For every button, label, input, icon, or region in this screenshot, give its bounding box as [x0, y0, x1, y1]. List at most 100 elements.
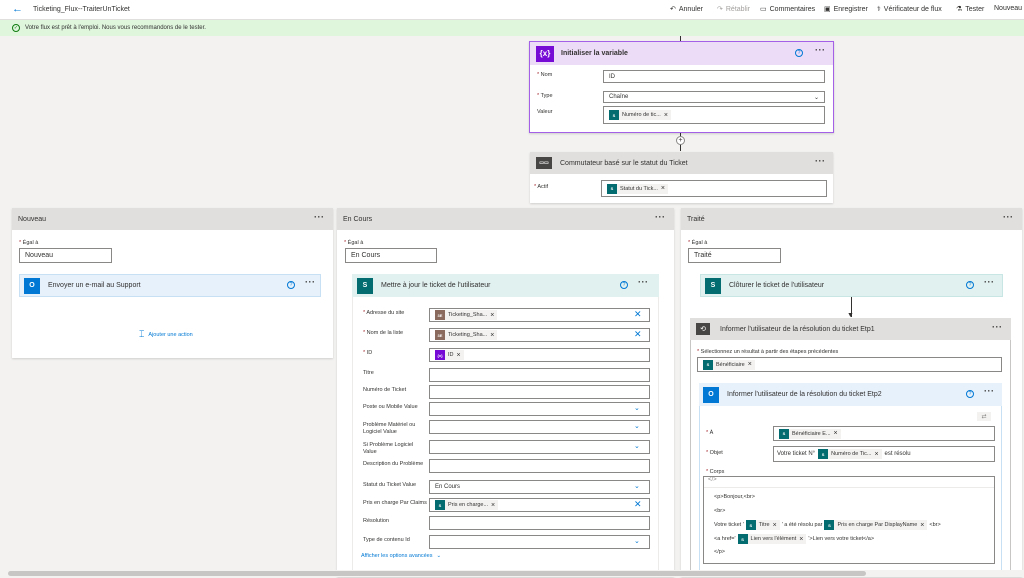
token-chip: S Pris en charge... × — [435, 500, 499, 510]
subject-input[interactable]: Votre ticket N° S Numéro de Tic... × est r… — [773, 446, 995, 462]
send-email-header[interactable]: O Informer l'utilisateur de la résolutio… — [699, 383, 1002, 406]
clear-icon[interactable]: ✕ — [634, 329, 642, 340]
flow-checker-button[interactable]: ⚕ Vérificateur de flux — [877, 5, 942, 14]
field-label: Résolution — [363, 518, 389, 524]
equals-input[interactable]: Traité — [688, 248, 781, 263]
field-input[interactable] — [429, 535, 650, 549]
sharepoint-icon: S — [435, 500, 445, 510]
value-label: Valeur — [537, 109, 553, 115]
back-arrow-icon[interactable]: ← — [12, 3, 23, 15]
flow-title: Ticketing_Flux--TraiterUnTicket — [33, 6, 130, 13]
chevron-down-icon[interactable]: ⌄ — [634, 404, 640, 412]
chevron-down-icon: ⌄ — [813, 94, 819, 101]
chevron-down-icon: ⌄ — [436, 553, 442, 559]
field-label: Problème Matériel ou Logiciel Value — [363, 422, 416, 435]
more-options-icon[interactable]: ··· — [638, 277, 649, 287]
check-icon: ✓ — [12, 24, 20, 32]
variable-icon: {x} — [435, 350, 445, 360]
equals-label: Égal à — [688, 240, 708, 246]
clear-icon[interactable]: ✕ — [634, 499, 642, 510]
field-input[interactable] — [429, 459, 650, 473]
body-editor[interactable]: </> <p>Bonjour,<br> <br> Votre ticket ' … — [703, 476, 995, 564]
more-options-icon[interactable]: ··· — [815, 45, 826, 55]
undo-button[interactable]: ↶ Annuler — [670, 5, 703, 14]
scrollbar-thumb[interactable] — [8, 571, 866, 576]
chevron-down-icon[interactable]: ⌄ — [634, 422, 640, 430]
more-options-icon[interactable]: ··· — [305, 277, 316, 287]
chevron-down-icon[interactable]: ⌄ — [634, 482, 640, 490]
close-ticket-action[interactable]: S Clôturer le ticket de l'utilisateur — [700, 274, 1003, 297]
chevron-down-icon[interactable]: ⌄ — [634, 537, 640, 545]
remove-token-icon: × — [490, 331, 495, 339]
sharepoint-icon: S — [745, 520, 756, 530]
more-options-icon[interactable]: ··· — [314, 212, 325, 222]
help-icon[interactable]: ? — [795, 49, 803, 57]
outlook-icon: O — [24, 277, 40, 294]
test-button[interactable]: ⚗ Tester — [956, 5, 984, 14]
more-options-icon[interactable]: ··· — [655, 212, 666, 222]
field-input[interactable]: {x} ID × — [429, 348, 650, 362]
horizontal-scrollbar[interactable] — [0, 570, 1024, 577]
equals-label: Égal à — [344, 240, 364, 246]
remove-token-icon: × — [491, 501, 496, 509]
save-button[interactable]: ▣ Enregistrer — [824, 5, 868, 14]
code-view-icon: </> — [704, 477, 994, 488]
card-header[interactable]: ▭▭ Commutateur basé sur le statut du Tic… — [530, 152, 833, 174]
field-input[interactable] — [429, 420, 650, 434]
more-options-icon[interactable]: ··· — [815, 156, 826, 166]
remove-token-icon: × — [456, 351, 461, 359]
case-header[interactable]: En Cours — [337, 208, 674, 230]
more-options-icon[interactable]: ··· — [984, 277, 995, 287]
comments-button[interactable]: ▭ Commentaires — [760, 5, 815, 14]
equals-input[interactable]: En Cours — [345, 248, 437, 263]
update-item-header[interactable]: S Mettre à jour le ticket de l'utilisate… — [352, 274, 659, 297]
field-input[interactable] — [429, 385, 650, 399]
token-chip: {x} ID × — [435, 350, 464, 360]
switch-card: ▭▭ Commutateur basé sur le statut du Tic… — [530, 152, 833, 203]
variable-value-input[interactable]: S Numéro de tic... × — [603, 106, 825, 124]
to-input[interactable]: S Bénéficiaire E... × — [773, 426, 995, 441]
sharepoint-icon: S — [737, 534, 748, 544]
help-icon[interactable]: ? — [287, 281, 295, 289]
redo-button[interactable]: ↷ Rétablir — [717, 5, 750, 14]
help-icon[interactable]: ? — [966, 281, 974, 289]
field-input[interactable]: En Cours — [429, 480, 650, 494]
field-input[interactable] — [429, 440, 650, 454]
swap-icon[interactable]: ⇄ — [977, 412, 991, 421]
field-input[interactable] — [429, 368, 650, 382]
variable-name-input[interactable]: ID — [603, 70, 825, 83]
more-options-icon[interactable]: ··· — [984, 386, 995, 396]
apply-to-each-header[interactable]: ⟲ Informer l'utilisateur de la résolutio… — [690, 318, 1011, 340]
redo-icon: ↷ — [717, 6, 723, 13]
remove-token-icon: × — [920, 521, 925, 529]
body-line-3: Votre ticket ' S Titre × ' a été résolu pa… — [714, 520, 941, 530]
new-designer-toggle[interactable]: Nouveau — [994, 5, 1022, 12]
help-icon[interactable]: ? — [620, 281, 628, 289]
field-input[interactable] — [429, 402, 650, 416]
add-action-button[interactable]: ⌶ Ajouter une action — [139, 329, 193, 340]
chevron-down-icon[interactable]: ⌄ — [634, 442, 640, 450]
case-header[interactable]: Nouveau — [12, 208, 333, 230]
clear-icon[interactable]: ✕ — [634, 309, 642, 320]
insert-step-button[interactable]: + — [676, 136, 685, 145]
more-options-icon[interactable]: ··· — [1003, 212, 1014, 222]
advanced-options-link[interactable]: Afficher les options avancées⌄ — [361, 553, 441, 559]
field-label: Numéro de Ticket — [363, 387, 407, 393]
switch-on-input[interactable]: S Statut du Tick... × — [601, 180, 827, 197]
field-input[interactable]: 3E Ticketing_Sha... × — [429, 308, 650, 322]
help-icon[interactable]: ? — [966, 390, 974, 398]
more-options-icon[interactable]: ··· — [992, 322, 1003, 332]
field-input[interactable]: S Pris en charge... × — [429, 498, 650, 512]
equals-input[interactable]: Nouveau — [19, 248, 112, 263]
field-input[interactable]: 3E Ticketing_Sha... × — [429, 328, 650, 342]
variable-type-select[interactable]: Chaîne ⌄ — [603, 91, 825, 103]
switch-icon: ▭▭ — [536, 157, 552, 169]
body-label: Corps — [706, 469, 725, 475]
field-input[interactable] — [429, 516, 650, 530]
card-header[interactable]: {x} Initialiser la variable — [530, 42, 833, 65]
foreach-input[interactable]: S Bénéficiaire × — [697, 357, 1002, 372]
save-icon: ▣ — [824, 6, 831, 13]
case-header[interactable]: Traité — [681, 208, 1022, 230]
send-email-action[interactable]: O Envoyer un e-mail au Support — [19, 274, 321, 297]
subject-label: Objet — [706, 450, 723, 456]
